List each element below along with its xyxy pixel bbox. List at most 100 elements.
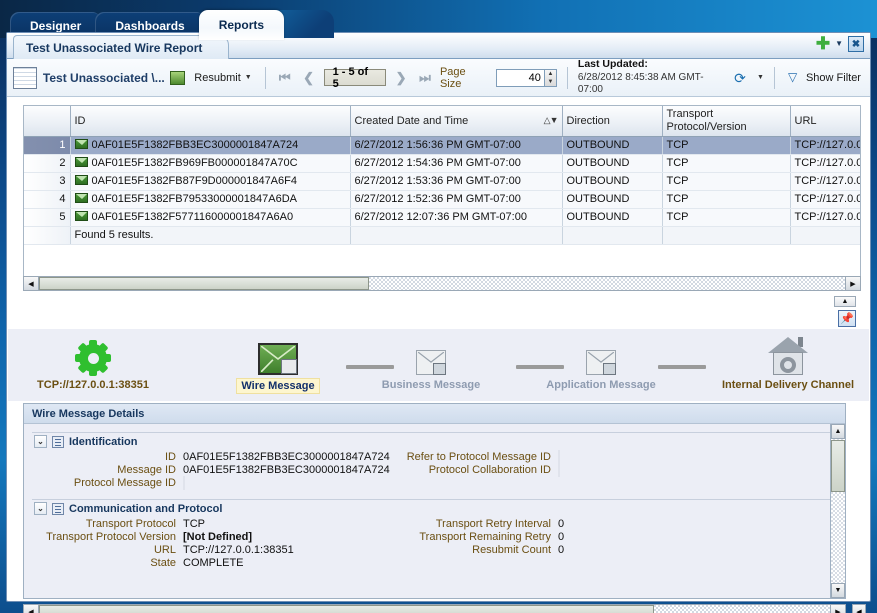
column-header-created[interactable]: △▼ Created Date and Time (350, 106, 563, 137)
column-header-url[interactable]: URL (790, 106, 860, 137)
show-filter-label: Show Filter (805, 71, 861, 84)
footer-spacer (24, 225, 71, 245)
details-header: Wire Message Details (24, 404, 845, 424)
column-header-protocol[interactable]: Transport Protocol/Version (662, 106, 791, 137)
sort-indicator-icon[interactable]: △▼ (544, 115, 559, 126)
panel-scroll-right-button[interactable]: ◀ (852, 604, 866, 613)
table-row[interactable]: 1 0AF01E5F1382FBB3EC3000001847A724 6/27/… (24, 136, 860, 155)
details-horizontal-scrollbar[interactable]: ◀ ▶ (23, 604, 846, 613)
row-number: 1 (24, 136, 71, 155)
cell-direction: OUTBOUND (562, 172, 663, 191)
last-updated-label: Last Updated: (577, 58, 648, 71)
application-window: Designer Dashboards Reports Test Unassoc… (0, 0, 877, 613)
flow-node-wire-message[interactable]: Wire Message (198, 335, 358, 394)
section-identification-fields: ID 0AF01E5F1382FBB3EC3000001847A724 Refe… (32, 450, 837, 490)
scrollbar-thumb[interactable] (39, 277, 369, 290)
page-size-stepper[interactable]: ▲ ▼ (495, 68, 557, 87)
scroll-right-icon[interactable]: ▶ (845, 277, 860, 290)
field-value-message-id: 0AF01E5F1382FBB3EC3000001847A724 (183, 464, 390, 476)
cell-url: TCP://127.0.0.1:3 (790, 136, 860, 155)
empty-value-placeholder (558, 450, 560, 464)
table-row[interactable]: 5 0AF01E5F1382F577116000001847A6A0 6/27/… (24, 208, 860, 227)
cell-direction: OUTBOUND (562, 154, 663, 173)
details-hscrollbar-thumb[interactable] (39, 605, 654, 613)
table-horizontal-scrollbar[interactable]: ◀ ▶ (23, 276, 861, 291)
cell-direction: OUTBOUND (562, 136, 663, 155)
cell-id: 0AF01E5F1382FB87F9D000001847A6F4 (70, 172, 351, 191)
tab-reports[interactable]: Reports (198, 10, 285, 40)
resubmit-icon[interactable] (170, 70, 186, 85)
results-table[interactable]: ID △▼ Created Date and Time Direction Tr… (23, 105, 861, 287)
details-scrollbar-track[interactable] (831, 493, 845, 583)
field-value-protocol-message-id (183, 476, 398, 490)
column-header-direction[interactable]: Direction (562, 106, 663, 137)
cell-id-text: 0AF01E5F1382FB87F9D000001847A6F4 (91, 175, 297, 187)
details-scroll-left-icon[interactable]: ◀ (24, 605, 39, 613)
field-value-state: COMPLETE (183, 557, 244, 569)
tab-reports-label: Reports (218, 18, 265, 32)
scrollbar-track[interactable] (369, 277, 845, 290)
cell-id: 0AF01E5F1382F577116000001847A6A0 (70, 208, 351, 227)
first-page-icon[interactable]: ⏮ (276, 69, 294, 87)
section-identification: ⌄ Identification ID 0AF01E5F1382FBB3EC30… (32, 432, 837, 490)
report-tab-strip: Test Unassociated Wire Report ✚ ▼ ✖ (7, 33, 870, 59)
field-label-state: State (150, 557, 176, 569)
flow-node-business-message[interactable]: Business Message (351, 335, 511, 392)
flow-node-endpoint[interactable]: TCP://127.0.0.1:38351 (13, 335, 173, 392)
report-tab-label: Test Unassociated Wire Report (26, 40, 203, 55)
details-vertical-scrollbar[interactable]: ▲ ▼ (830, 424, 845, 598)
spinner-up-icon[interactable]: ▲ (545, 70, 556, 78)
next-page-icon[interactable]: ❯ (392, 69, 410, 87)
show-filter-button[interactable]: ▽ Show Filter (785, 69, 864, 87)
details-scrollbar-thumb[interactable] (831, 440, 845, 492)
refresh-icon[interactable]: ⟳ (734, 70, 751, 86)
details-scroll-down-icon[interactable]: ▼ (831, 583, 845, 598)
row-number: 5 (24, 208, 71, 227)
section-communication-header[interactable]: ⌄ Communication and Protocol (32, 500, 837, 518)
resubmit-button[interactable]: Resubmit ▼ (191, 70, 254, 86)
table-row[interactable]: 3 0AF01E5F1382FB87F9D000001847A6F4 6/27/… (24, 172, 860, 191)
flow-node-internal-delivery-channel[interactable]: Internal Delivery Channel (708, 331, 868, 392)
field-label-transport-protocol: Transport Protocol (85, 518, 176, 530)
refresh-dropdown-icon[interactable]: ▼ (757, 74, 764, 81)
collapse-table-button[interactable]: ▲ (834, 296, 856, 307)
plus-icon[interactable]: ✚ (816, 35, 830, 52)
last-page-icon[interactable]: ⏭ (416, 69, 434, 87)
chevron-down-icon[interactable]: ⌄ (34, 502, 47, 515)
details-hscrollbar-track[interactable] (654, 605, 830, 613)
chevron-down-icon[interactable]: ⌄ (34, 435, 47, 448)
pin-detach-button[interactable]: 📌 (838, 310, 856, 327)
cell-id-text: 0AF01E5F1382FBB3EC3000001847A724 (91, 139, 299, 151)
chevron-down-icon[interactable]: ▼ (835, 40, 843, 48)
section-communication-title: Communication and Protocol (69, 502, 223, 515)
column-header-selector[interactable] (24, 106, 71, 137)
spinner-down-icon[interactable]: ▼ (545, 78, 556, 86)
cell-protocol: TCP (662, 154, 791, 173)
flow-node-application-message[interactable]: Application Message (521, 335, 681, 392)
column-header-url-label: URL (794, 114, 817, 127)
empty-value-placeholder (558, 463, 560, 477)
previous-page-icon[interactable]: ❮ (300, 69, 318, 87)
table-row[interactable]: 2 0AF01E5F1382FB969FB000001847A70C 6/27/… (24, 154, 860, 173)
field-label-transport-retry-interval: Transport Retry Interval (435, 518, 551, 530)
field-value-transport-protocol: TCP (183, 518, 205, 530)
column-header-id[interactable]: ID (70, 106, 351, 137)
gear-icon (13, 335, 173, 376)
footer-blank-created (350, 225, 563, 245)
close-icon[interactable]: ✖ (848, 36, 864, 52)
details-scroll-right-icon[interactable]: ▶ (830, 605, 845, 613)
field-label-transport-protocol-version: Transport Protocol Version (46, 531, 176, 543)
report-panel: Test Unassociated Wire Report ✚ ▼ ✖ Test… (6, 32, 871, 613)
collapse-up-icon: ▲ (841, 298, 849, 305)
panel-scroll-right-icon: ◀ (856, 608, 862, 613)
cell-id: 0AF01E5F1382FB969FB000001847A70C (70, 154, 351, 173)
section-identification-header[interactable]: ⌄ Identification (32, 433, 837, 451)
report-tab[interactable]: Test Unassociated Wire Report (13, 35, 230, 59)
page-size-input[interactable] (495, 68, 544, 87)
details-scroll-up-icon[interactable]: ▲ (831, 424, 845, 439)
scroll-left-icon[interactable]: ◀ (24, 277, 39, 290)
flow-node-internal-delivery-channel-label: Internal Delivery Channel (721, 379, 855, 391)
toolbar-divider-1 (264, 66, 266, 89)
page-size-spinner-arrows[interactable]: ▲ ▼ (543, 68, 557, 87)
table-row[interactable]: 4 0AF01E5F1382FB79533000001847A6DA 6/27/… (24, 190, 860, 209)
